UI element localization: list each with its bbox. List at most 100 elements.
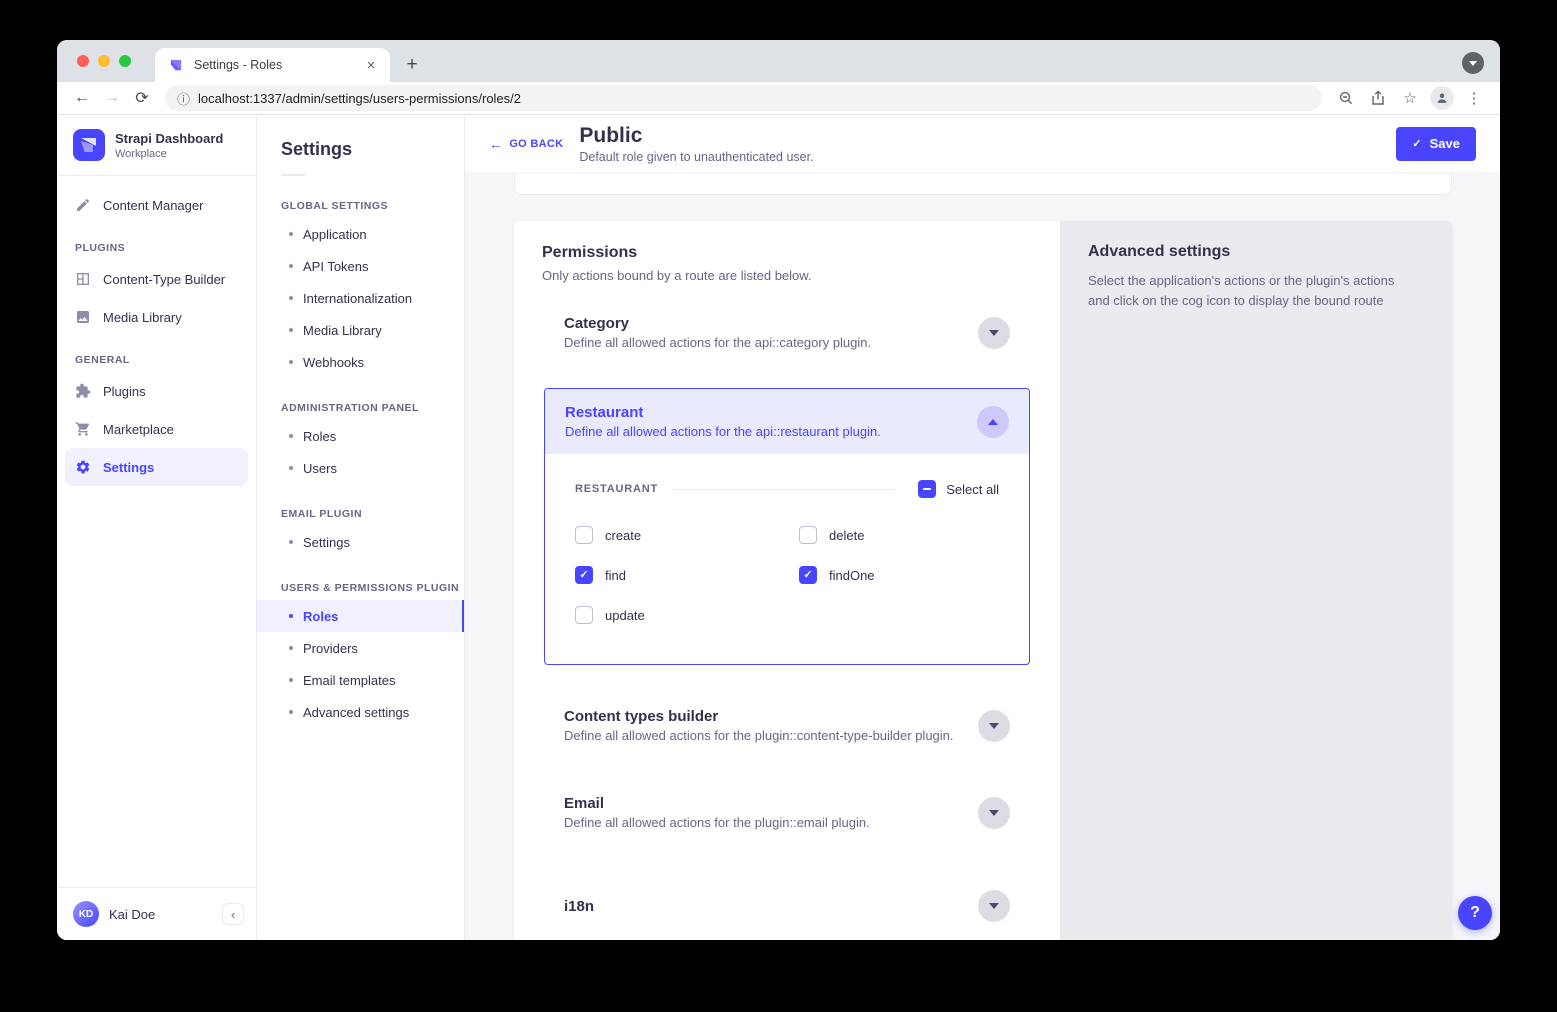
bullet-icon — [289, 232, 293, 236]
expand-category-button[interactable] — [978, 317, 1010, 349]
back-arrow-icon: ← — [489, 136, 503, 152]
create-checkbox[interactable]: ✓ — [575, 526, 593, 544]
subnav-item-providers[interactable]: Providers — [257, 632, 464, 664]
role-details-card-bottom — [514, 174, 1452, 195]
divider — [674, 489, 894, 490]
reload-button[interactable]: ⟳ — [129, 85, 155, 111]
share-icon[interactable] — [1365, 85, 1391, 111]
check-icon: ✓ — [579, 570, 588, 581]
subnav-item-media-library[interactable]: Media Library — [257, 314, 464, 346]
subnav-item-webhooks[interactable]: Webhooks — [257, 346, 464, 378]
sidebar-item-settings[interactable]: Settings — [65, 448, 248, 486]
browser-tab[interactable]: Settings - Roles × — [155, 48, 390, 82]
user-avatar[interactable]: KD — [73, 901, 99, 927]
chevron-down-icon — [989, 723, 999, 729]
traffic-lights — [77, 55, 131, 67]
subnav-item-admin-roles[interactable]: Roles — [257, 420, 464, 452]
strapi-logo — [73, 129, 105, 161]
bullet-icon — [289, 466, 293, 470]
subnav-item-label: Users — [303, 461, 337, 476]
sidebar-item-label: Content-Type Builder — [103, 272, 225, 287]
strapi-favicon — [169, 58, 184, 73]
close-tab-icon[interactable]: × — [362, 56, 380, 74]
subnav-item-label: Media Library — [303, 323, 382, 338]
permission-section-category: Category Define all allowed actions for … — [514, 315, 1060, 350]
zoom-icon[interactable] — [1333, 85, 1359, 111]
new-tab-button[interactable]: + — [398, 51, 426, 79]
go-back-label: GO BACK — [509, 138, 563, 150]
permission-section-i18n: i18n — [514, 890, 1060, 922]
chevron-down-icon — [989, 903, 999, 909]
action-label: create — [605, 528, 641, 543]
page-subtitle: Default role given to unauthenticated us… — [579, 150, 813, 164]
subnav-item-email-templates[interactable]: Email templates — [257, 664, 464, 696]
subnav-item-email-settings[interactable]: Settings — [257, 526, 464, 558]
sidebar-item-label: Plugins — [103, 384, 146, 399]
subnav-item-advanced-settings[interactable]: Advanced settings — [257, 696, 464, 728]
address-bar[interactable]: ⓘ localhost:1337/admin/settings/users-pe… — [165, 85, 1322, 111]
close-window-button[interactable] — [77, 55, 89, 67]
action-find[interactable]: ✓ find — [575, 566, 799, 584]
sidebar-item-marketplace[interactable]: Marketplace — [65, 410, 248, 448]
strapi-app: Strapi Dashboard Workplace Content Manag… — [57, 115, 1500, 940]
sidebar-item-media-library[interactable]: Media Library — [65, 298, 248, 336]
actions-grid: ✓ create ✓ delete ✓ find — [575, 526, 999, 624]
subnav-item-label: Email templates — [303, 673, 395, 688]
expand-i18n-button[interactable] — [978, 890, 1010, 922]
section-description: Define all allowed actions for the plugi… — [564, 815, 870, 830]
collapse-sidebar-button[interactable]: ‹ — [222, 903, 244, 925]
forward-button[interactable]: → — [99, 85, 125, 111]
back-button[interactable]: ← — [69, 85, 95, 111]
action-findOne[interactable]: ✓ findOne — [799, 566, 875, 584]
site-info-icon[interactable]: ⓘ — [177, 89, 190, 108]
bullet-icon — [289, 328, 293, 332]
permissions-title: Permissions — [542, 244, 1032, 262]
subnav-title: Settings — [257, 115, 464, 160]
chevron-down-icon — [989, 330, 999, 336]
minimize-window-button[interactable] — [98, 55, 110, 67]
save-button-label: Save — [1430, 136, 1460, 151]
sidebar-item-plugins[interactable]: Plugins — [65, 372, 248, 410]
gear-icon — [75, 459, 91, 475]
section-description: Define all allowed actions for the api::… — [564, 335, 871, 350]
subnav-item-label: Advanced settings — [303, 705, 409, 720]
chevron-down-icon — [1469, 61, 1477, 66]
action-label: find — [605, 568, 626, 583]
permissions-subtitle: Only actions bound by a route are listed… — [542, 268, 1032, 283]
expand-content-types-builder-button[interactable] — [978, 710, 1010, 742]
action-delete[interactable]: ✓ delete — [799, 526, 875, 544]
sidebar-item-content-manager[interactable]: Content Manager — [65, 186, 248, 224]
subnav-item-admin-users[interactable]: Users — [257, 452, 464, 484]
go-back-link[interactable]: ← GO BACK — [489, 136, 563, 152]
expand-email-button[interactable] — [978, 797, 1010, 829]
cart-icon — [75, 421, 91, 437]
find-checkbox[interactable]: ✓ — [575, 566, 593, 584]
subnav-item-api-tokens[interactable]: API Tokens — [257, 250, 464, 282]
action-update[interactable]: ✓ update — [575, 606, 799, 624]
permission-section-restaurant: Restaurant Define all allowed actions fo… — [544, 388, 1030, 665]
save-button[interactable]: ✓ Save — [1396, 127, 1476, 161]
findOne-checkbox[interactable]: ✓ — [799, 566, 817, 584]
subnav-item-application[interactable]: Application — [257, 218, 464, 250]
collapse-restaurant-button[interactable] — [977, 406, 1009, 438]
delete-checkbox[interactable]: ✓ — [799, 526, 817, 544]
subnav-item-label: Internationalization — [303, 291, 412, 306]
user-name: Kai Doe — [109, 907, 212, 922]
action-create[interactable]: ✓ create — [575, 526, 799, 544]
bookmark-star-icon[interactable]: ☆ — [1397, 85, 1423, 111]
subnav-item-up-roles[interactable]: Roles — [257, 600, 464, 632]
sidebar-footer: KD Kai Doe ‹ — [57, 887, 256, 940]
help-button[interactable]: ? — [1458, 896, 1492, 930]
subnav-item-internationalization[interactable]: Internationalization — [257, 282, 464, 314]
browser-menu-icon[interactable]: ⋮ — [1461, 85, 1487, 111]
tab-search-menu-button[interactable] — [1462, 52, 1484, 74]
workspace-switcher[interactable]: Strapi Dashboard Workplace — [57, 115, 256, 176]
select-all-checkbox[interactable] — [918, 480, 936, 498]
bullet-icon — [289, 434, 293, 438]
maximize-window-button[interactable] — [119, 55, 131, 67]
main-sidebar: Strapi Dashboard Workplace Content Manag… — [57, 115, 257, 940]
sidebar-item-content-type-builder[interactable]: Content-Type Builder — [65, 260, 248, 298]
permission-section-content-types-builder: Content types builder Define all allowed… — [514, 708, 1060, 743]
profile-avatar[interactable] — [1429, 85, 1455, 111]
update-checkbox[interactable]: ✓ — [575, 606, 593, 624]
